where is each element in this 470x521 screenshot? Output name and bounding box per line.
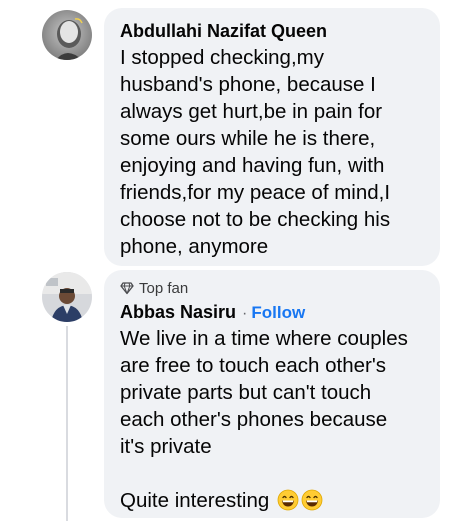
comment-author[interactable]: Abdullahi Nazifat Queen — [120, 19, 426, 43]
comment-thread: Abdullahi Nazifat Queen I stopped checki… — [0, 0, 470, 521]
comment-text-line: it's private — [120, 435, 212, 458]
diamond-icon — [120, 281, 134, 295]
comment-text-line: are free to touch each other's — [120, 354, 387, 377]
comment-text-line: husband's phone, because I — [120, 73, 376, 96]
separator-dot: · — [242, 305, 248, 322]
comment-author[interactable]: Abbas Nasiru — [120, 300, 236, 324]
comment-text-line: enjoying and having fun, with — [120, 154, 385, 177]
author-row: Abbas Nasiru · Follow — [120, 300, 426, 324]
comment-text-line: phone, anymore — [120, 235, 269, 258]
comment-bubble: Top fan Abbas Nasiru · Follow We live in… — [104, 270, 440, 518]
thread-line — [66, 326, 68, 521]
badge-label: Top fan — [139, 279, 189, 297]
comment-text: I stopped checking,my husband's phone, b… — [120, 44, 426, 260]
comment-text: We live in a time where couples are free… — [120, 325, 426, 514]
top-fan-badge: Top fan — [120, 278, 426, 298]
comment-text-line: We live in a time where couples — [120, 327, 408, 350]
comment-text-line: friends,for my peace of mind,I — [120, 181, 391, 204]
comment-text-line: always get hurt,be in pain for — [120, 100, 383, 123]
avatar[interactable] — [42, 272, 92, 322]
grinning-face-icon — [277, 489, 299, 511]
comment-closing-line: Quite interesting — [120, 487, 426, 514]
comment-text-line: each other's phones because — [120, 408, 388, 431]
closing-text: Quite interesting — [120, 489, 270, 512]
comment-text-line: choose not to be checking his — [120, 208, 391, 231]
grinning-face-icon — [301, 489, 323, 511]
comment-text-line: some ours while he is there, — [120, 127, 376, 150]
avatar[interactable] — [42, 10, 92, 60]
comment-text-line: private parts but can't touch — [120, 381, 372, 404]
comment-bubble: Abdullahi Nazifat Queen I stopped checki… — [104, 8, 440, 266]
follow-button[interactable]: Follow — [251, 303, 305, 323]
comment-text-line: I stopped checking,my — [120, 46, 324, 69]
